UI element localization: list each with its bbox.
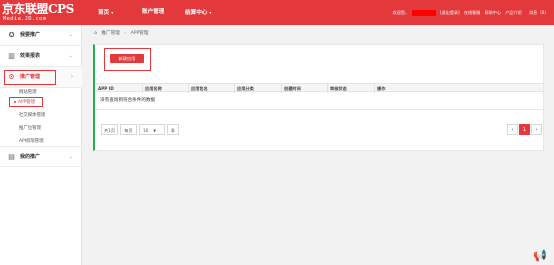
chart-icon: ▥: [8, 52, 15, 60]
megaphone-icon: ✪: [8, 31, 15, 39]
highlight-box-app-management: [9, 97, 43, 107]
sidebar-group-my-promotion[interactable]: ▤ 我的推广 ⌄: [0, 146, 82, 167]
column-header-review-status: 审核状态: [328, 84, 375, 93]
breadcrumb-item-app-management: APP管理: [130, 31, 149, 36]
jd-union-logo[interactable]: 京东联盟CPS Media.JD.com: [2, 2, 80, 23]
product-intro-link[interactable]: 产品介绍: [505, 10, 521, 15]
online-support-link[interactable]: 在线客服: [464, 10, 480, 15]
per-page-label: 每页: [120, 124, 137, 135]
nav-home[interactable]: 首页 ▾: [98, 0, 113, 25]
breadcrumb-separator: ›: [124, 31, 127, 36]
sidebar-item-website-management[interactable]: 网站管理: [19, 89, 37, 96]
welcome-text: 欢迎您，: [392, 10, 410, 15]
per-page-value: 10: [143, 128, 149, 133]
prev-page-button[interactable]: ‹: [507, 124, 518, 135]
table-divider: [96, 109, 543, 110]
breadcrumb-item-promotion-management[interactable]: 推广管理: [101, 31, 119, 36]
highlight-box-promotion-management: [4, 70, 56, 85]
sidebar-group-label: 我的推广: [20, 154, 41, 160]
chevron-down-icon: ▾: [111, 10, 114, 15]
current-page-button[interactable]: 1: [519, 124, 530, 135]
messages-count: (0): [540, 10, 546, 15]
sidebar-group-promote[interactable]: ✪ 我要推广 ⌄: [0, 25, 82, 46]
highlight-box-create-app: [104, 48, 151, 71]
top-right-links: 欢迎您， [退出登录] 在线客服 帮助中心 产品介绍 消息 (0): [390, 0, 546, 25]
column-header-actions: 操作: [377, 86, 386, 91]
logout-link[interactable]: [退出登录]: [440, 10, 460, 15]
sidebar-item-api-permission-management[interactable]: API权限管理: [19, 138, 44, 145]
app-list-panel: 新建应用 APP ID 应用名称 应用包名 应用分类 创建时间 审核状态 操作 …: [93, 44, 544, 151]
nav-account-management[interactable]: 账户管理: [142, 0, 164, 25]
chevron-down-icon: ⌄: [68, 154, 73, 160]
logo-subtitle: Media.JD.com: [3, 16, 47, 22]
sidebar-item-social-media-management[interactable]: 社交媒体管理: [19, 112, 45, 119]
breadcrumb: ⌂ 推广管理 › APP管理: [94, 28, 148, 40]
column-header-created-time: 创建时间: [282, 84, 328, 93]
column-header-package-name: 应用包名: [189, 84, 235, 93]
column-header-app-id: APP ID: [96, 84, 143, 93]
total-pages-label: 共1页: [101, 124, 118, 135]
chevron-down-icon: ⌄: [68, 53, 73, 59]
column-header-category: 应用分类: [235, 84, 282, 93]
chevron-down-icon: ⌄: [68, 32, 73, 38]
nav-settlement-center[interactable]: 结算中心 ▾: [185, 0, 211, 25]
sidebar: ✪ 我要推广 ⌄ ▥ 效果报表 ⌄ ⚙ 推广管理 › 网站管理 APP管理 社交…: [0, 25, 82, 265]
logo-text: 京东联盟CPS: [2, 2, 74, 16]
megaphone-icon[interactable]: 📢: [532, 249, 548, 263]
per-page-select[interactable]: 10 ▼: [139, 124, 165, 135]
column-header-app-name: 应用名称: [143, 84, 189, 93]
messages-link[interactable]: 消息 (0): [526, 10, 546, 15]
document-icon: ▤: [8, 153, 15, 161]
chevron-down-icon: ▾: [209, 10, 212, 15]
sidebar-item-ad-slot-management[interactable]: 推广位管理: [19, 125, 41, 132]
help-center-link[interactable]: 帮助中心: [485, 10, 501, 15]
nav-settlement-label: 结算中心: [185, 10, 208, 16]
top-navigation-bar: 京东联盟CPS Media.JD.com 首页 ▾ 账户管理 结算中心 ▾ 欢迎您，…: [0, 0, 554, 25]
per-page-unit: 条: [167, 124, 179, 135]
next-page-button[interactable]: ›: [531, 124, 542, 135]
redacted-username: [412, 10, 437, 16]
table-header: APP ID 应用名称 应用包名 应用分类 创建时间 审核状态 操作: [96, 83, 543, 93]
home-icon[interactable]: ⌂: [94, 31, 97, 36]
sidebar-group-label: 效果报表: [20, 53, 41, 59]
sidebar-group-label: 我要推广: [20, 32, 41, 38]
sidebar-group-reports[interactable]: ▥ 效果报表 ⌄: [0, 46, 82, 67]
nav-home-label: 首页: [98, 10, 110, 16]
chevron-right-icon: ›: [71, 74, 73, 80]
chevron-down-icon: ▼: [153, 129, 157, 133]
nav-account-label: 账户管理: [142, 9, 165, 15]
messages-label: 消息: [529, 10, 538, 15]
empty-table-message: 没有查询到符合条件的数据: [100, 98, 156, 103]
